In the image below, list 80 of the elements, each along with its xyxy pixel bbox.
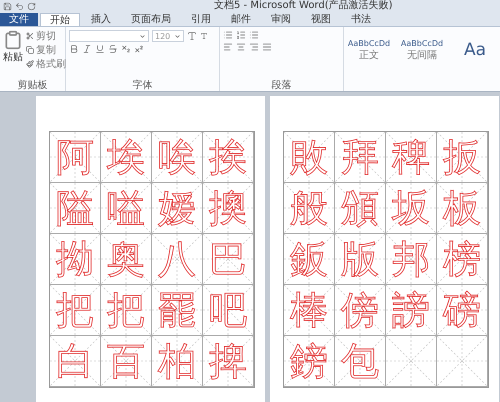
calligraphy-character: 柏 (158, 342, 196, 380)
italic-icon[interactable] (82, 44, 92, 54)
calligraphy-character: 埃 (107, 138, 145, 176)
file-tab[interactable]: 文件 (0, 13, 38, 26)
calligraphy-character: 百 (107, 342, 145, 380)
style-preview[interactable]: AaBbCcDd (348, 38, 390, 48)
calligraphy-character: 白 (56, 342, 94, 380)
calligraphy-character: 榜 (443, 240, 481, 278)
calligraphy-character: 挨 (209, 138, 247, 176)
calligraphy-character: 謗 (392, 291, 430, 329)
calligraphy-character: 磅 (443, 291, 481, 329)
redo-icon[interactable] (27, 2, 36, 10)
group-label: 段落 (270, 80, 292, 91)
calligraphy-character: 八 (158, 240, 196, 278)
format-painter-button[interactable]: 格式刷 (26, 58, 66, 70)
style-preview[interactable]: Aa (464, 40, 486, 60)
ribbon-tab[interactable]: 书法 (342, 13, 380, 26)
calligraphy-character: 捭 (209, 342, 247, 380)
calligraphy-character: 嗌 (107, 189, 145, 227)
undo-icon[interactable] (15, 2, 24, 10)
ribbon-tab[interactable]: 邮件 (222, 13, 260, 26)
calligraphy-character: 板 (443, 189, 481, 227)
cut-button[interactable]: 剪切 (26, 30, 66, 42)
ribbon-tab[interactable]: 引用 (182, 13, 220, 26)
style-name: 正文 (359, 48, 379, 62)
calligraphy-character: 拗 (56, 240, 94, 278)
calligraphy-character: 吧 (209, 291, 247, 329)
paintbrush-icon (26, 60, 34, 68)
calligraphy-character: 稗 (392, 138, 430, 176)
align-right-icon[interactable] (248, 42, 259, 52)
calligraphy-character: 鈑 (290, 240, 328, 278)
calligraphy-character: 頒 (341, 189, 379, 227)
calligraphy-character: 隘 (56, 189, 94, 227)
ribbon-tab[interactable]: 视图 (302, 13, 340, 26)
ribbon-tab[interactable]: 插入 (82, 13, 120, 26)
calligraphy-character: 把 (107, 291, 145, 329)
grow-font-icon[interactable] (187, 31, 197, 41)
strikethrough-icon[interactable] (108, 44, 118, 54)
numbered-list-icon[interactable] (236, 30, 246, 40)
calligraphy-character: 巴 (209, 240, 247, 278)
subscript-icon[interactable] (121, 44, 131, 54)
calligraphy-character: 傍 (341, 291, 379, 329)
copy-icon (26, 46, 34, 54)
calligraphy-character: 扳 (443, 138, 481, 176)
superscript-icon[interactable] (134, 44, 144, 54)
calligraphy-character: 邦 (392, 240, 430, 278)
calligraphy-character: 包 (341, 342, 379, 380)
calligraphy-character: 坂 (392, 189, 430, 227)
calligraphy-character: 拜 (341, 138, 379, 176)
calligraphy-character: 鎊 (290, 342, 328, 380)
calligraphy-character: 阿 (56, 138, 94, 176)
calligraphy-character: 把 (56, 291, 94, 329)
ribbon-tab[interactable]: 开始 (40, 13, 80, 26)
calligraphy-character: 版 (341, 240, 379, 278)
calligraphy-character: 罷 (158, 291, 196, 329)
calligraphy-character: 擙 (209, 189, 247, 227)
calligraphy-character: 嫒 (158, 189, 196, 227)
calligraphy-character: 奥 (107, 240, 145, 278)
style-name: 无间隔 (407, 48, 437, 62)
justify-icon[interactable] (262, 42, 272, 52)
align-center-icon[interactable] (236, 42, 246, 52)
ribbon-tab[interactable]: 审阅 (262, 13, 300, 26)
align-left-icon[interactable] (222, 42, 233, 52)
save-icon[interactable] (3, 2, 12, 10)
copy-button[interactable]: 复制 (26, 44, 66, 56)
shrink-font-icon[interactable] (200, 32, 208, 40)
ribbon-tab[interactable]: 页面布局 (122, 13, 180, 26)
paste-button[interactable]: 粘贴 (3, 30, 23, 80)
scissors-icon (26, 32, 34, 40)
calligraphy-character: 敗 (290, 138, 328, 176)
calligraphy-character: 唉 (158, 138, 196, 176)
clipboard-icon (3, 30, 23, 50)
group-label: 剪贴板 (16, 80, 48, 91)
group-label: 字体 (131, 80, 154, 91)
calligraphy-character: 般 (290, 189, 328, 227)
underline-icon[interactable] (95, 44, 105, 54)
calligraphy-character: 棒 (290, 291, 328, 329)
style-preview[interactable]: AaBbCcDd (400, 38, 444, 48)
font-name-field[interactable] (69, 30, 149, 42)
bold-icon[interactable] (69, 44, 79, 54)
